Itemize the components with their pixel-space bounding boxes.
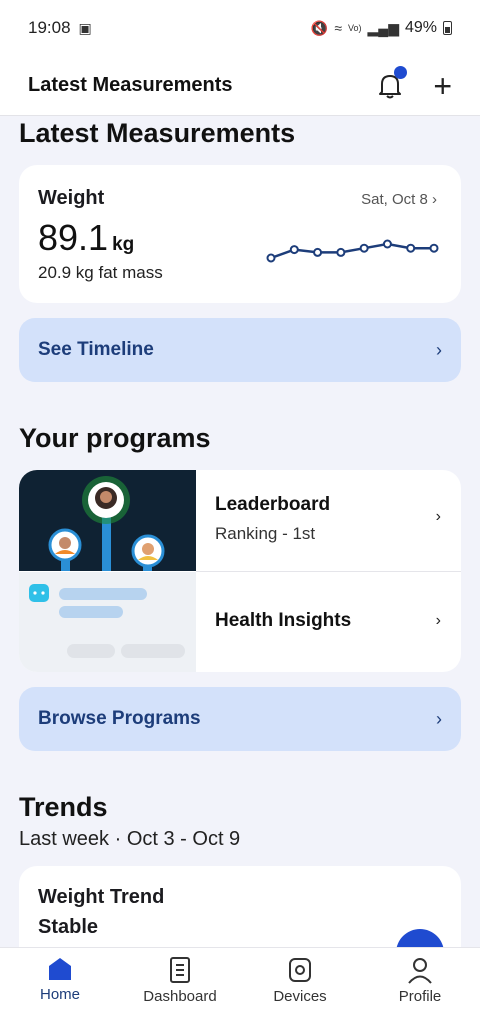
programs-card: Leaderboard Ranking - 1st › Health Insig… [19,470,461,672]
status-icons: 🔇 ≈ Vo) ▂▄▆ 49% [311,19,452,37]
weight-label: Weight [38,187,105,209]
section-title-programs: Your programs [19,423,211,453]
sparkline-point [429,243,439,253]
leaderboard-info: Leaderboard Ranking - 1st › [196,470,461,571]
program-leaderboard[interactable]: Leaderboard Ranking - 1st › [19,470,461,571]
nav-dashboard[interactable]: Dashboard [120,948,240,1013]
mute-icon: 🔇 [310,19,329,36]
sparkline-point [359,243,369,253]
add-button[interactable]: + [433,70,452,102]
weight-trend-card[interactable]: Weight Trend Stable [19,866,461,947]
weight-value: 89.1 kg [38,217,134,259]
sparkline-point [266,253,276,263]
sparkline-point [313,247,323,257]
status-time-group: 19:08 ▣ [28,18,92,38]
sparkline-point [289,245,299,255]
nav-label: Dashboard [143,988,217,1005]
battery-icon [443,21,452,35]
program-name: Leaderboard [215,494,331,515]
app-bar: Latest Measurements + [0,56,480,116]
trends-date-range: Last week · Oct 3 - Oct 9 [19,828,241,850]
wifi-icon: ≈ [334,20,342,36]
weight-sparkline [266,239,439,263]
chevron-right-icon: › [435,508,441,525]
nav-label: Devices [273,988,327,1005]
see-timeline-button[interactable]: See Timeline › [19,318,461,382]
program-health-insights[interactable]: Health Insights › [19,572,461,672]
trend-card-status: Stable [38,916,99,938]
health-insights-info: Health Insights › [196,572,461,672]
status-bar: 19:08 ▣ 🔇 ≈ Vo) ▂▄▆ 49% [0,0,480,56]
weight-card[interactable]: Weight Sat, Oct 8 › 89.1 kg 20.9 kg fat m… [19,165,461,303]
nav-label: Home [39,986,80,1003]
weight-date: Sat, Oct 8 › [361,191,437,208]
program-name: Health Insights [215,610,352,631]
bottom-navigation: Home Dashboard Devices Profile [0,947,480,1013]
weight-date-text: Sat, Oct 8 [361,191,428,208]
nav-label: Profile [398,988,442,1005]
trend-card-title: Weight Trend [38,886,165,908]
home-icon [49,958,71,980]
sparkline-point [406,243,416,253]
status-time: 19:08 [28,18,71,37]
section-title-trends: Trends [19,792,108,822]
see-timeline-label: See Timeline [38,339,154,360]
chevron-right-icon: › [432,191,437,208]
chevron-right-icon: › [435,612,441,629]
app-bar-title: Latest Measurements [28,74,233,96]
sparkline-point [336,247,346,257]
app-bar-actions: + [377,65,452,102]
weight-number: 89.1 [38,217,109,258]
sparkline-point [382,239,392,249]
leaderboard-illustration [19,470,196,571]
main-content[interactable]: Latest Measurements Weight Sat, Oct 8 › … [0,116,480,947]
watch-icon [289,958,311,982]
weight-unit: kg [112,234,135,255]
signal-icon: ▂▄▆ [367,19,399,36]
image-notification-icon: ▣ [78,19,92,36]
notifications-button[interactable] [377,65,408,100]
battery-percent: 49% [404,19,437,36]
volte-icon: Vo) [348,23,362,33]
section-title-measurements: Latest Measurements [19,118,296,148]
browse-programs-label: Browse Programs [38,708,201,729]
fat-mass-text: 20.9 kg fat mass [38,263,163,282]
health-insights-illustration [19,572,196,672]
dashboard-icon [170,957,190,983]
chevron-right-icon: › [436,339,442,360]
nav-home[interactable]: Home [0,948,120,1013]
notification-badge [394,65,408,79]
program-subtitle: Ranking - 1st [215,524,316,543]
browse-programs-button[interactable]: Browse Programs › [19,687,461,751]
chevron-right-icon: › [436,708,442,729]
profile-icon [408,958,432,984]
nav-devices[interactable]: Devices [240,948,360,1013]
nav-profile[interactable]: Profile [360,948,480,1013]
